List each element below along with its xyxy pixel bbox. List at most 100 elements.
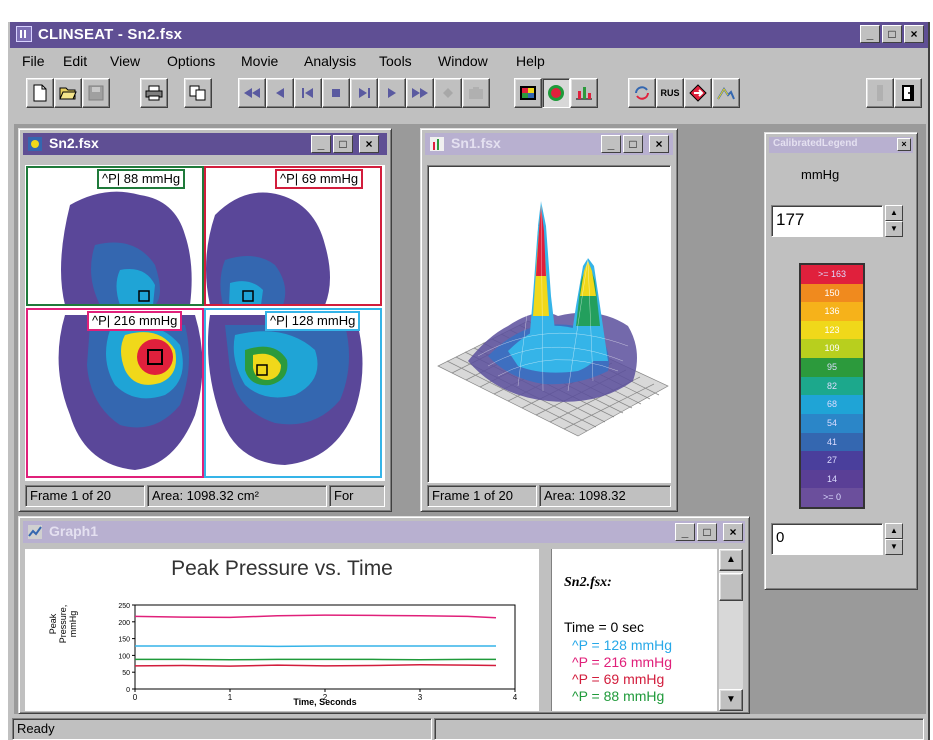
menu-file[interactable]: File (22, 53, 45, 69)
legend-level: >= 0 (801, 488, 863, 507)
3d-chart-icon (430, 137, 444, 151)
sn1-close-button[interactable]: × (649, 135, 669, 153)
menu-options[interactable]: Options (167, 53, 215, 69)
color-map-icon (520, 86, 536, 100)
app-title: CLINSEAT - Sn2.fsx (38, 26, 183, 43)
scroll-thumb[interactable] (719, 573, 743, 601)
sn2-window[interactable]: Sn2.fsx _ □ × ^P| 88 mmHg ^P| 69 mmHg ^P… (18, 128, 392, 512)
graph-close-button[interactable]: × (723, 523, 743, 541)
peak-button[interactable] (712, 78, 740, 108)
rus-button[interactable]: RUS (656, 78, 684, 108)
2d-view-button[interactable] (514, 78, 542, 108)
info-line: ^P = 88 mmHg (572, 688, 665, 704)
app-titlebar[interactable]: CLINSEAT - Sn2.fsx _ □ × (10, 22, 928, 48)
spin-down-icon[interactable]: ▼ (885, 539, 903, 555)
menu-help[interactable]: Help (516, 53, 545, 69)
spin-up-icon[interactable]: ▲ (885, 205, 903, 221)
last-frame-button[interactable] (350, 78, 378, 108)
legend-min-input[interactable]: 0 (771, 523, 883, 555)
graph-scrollbar[interactable]: ▲ ▼ (719, 549, 743, 711)
toolbar: RUS (10, 78, 928, 114)
menu-analysis[interactable]: Analysis (304, 53, 356, 69)
open-folder-icon (59, 87, 77, 100)
graph-titlebar[interactable]: Graph1 _ □ × (23, 521, 745, 543)
open-file-button[interactable] (54, 78, 82, 108)
play-button[interactable] (378, 78, 406, 108)
stop-button[interactable] (322, 78, 350, 108)
graph-minimize-button[interactable]: _ (675, 523, 695, 541)
fast-forward-button[interactable] (406, 78, 434, 108)
menu-view[interactable]: View (110, 53, 140, 69)
minimize-button[interactable]: _ (860, 25, 880, 43)
print-button[interactable] (140, 78, 168, 108)
new-file-button[interactable] (26, 78, 54, 108)
sn2-minimize-button[interactable]: _ (311, 135, 331, 153)
graph-plot-panel: Peak Pressure vs. Time Peak Pressure, mm… (25, 549, 539, 711)
legend-max-spinner[interactable]: ▲ ▼ (885, 205, 903, 237)
panel-button[interactable] (866, 78, 894, 108)
legend-level: 95 (801, 358, 863, 377)
legend-level: 54 (801, 413, 863, 433)
sn2-close-button[interactable]: × (359, 135, 379, 153)
exit-door-icon (902, 85, 914, 101)
quadrant-label-69: ^P| 69 mmHg (275, 169, 364, 189)
legend-titlebar[interactable]: CalibratedLegend × (769, 137, 913, 153)
navigate-button[interactable] (684, 78, 712, 108)
sn1-window[interactable]: Sn1.fsx _ □ × Frame 1 of 20 Area: 1098.3… (420, 128, 678, 512)
spin-down-icon[interactable]: ▼ (885, 221, 903, 237)
legend-min-spinner[interactable]: ▲ ▼ (885, 523, 903, 555)
menu-bar: File Edit View Options Movie Analysis To… (10, 50, 928, 74)
maximize-button[interactable]: □ (882, 25, 902, 43)
spin-up-icon[interactable]: ▲ (885, 523, 903, 539)
sn2-maximize-button[interactable]: □ (333, 135, 353, 153)
menu-window[interactable]: Window (438, 53, 488, 69)
save-button[interactable] (82, 78, 110, 108)
info-time: Time = 0 sec (564, 619, 645, 635)
save-icon (88, 85, 104, 101)
graph-maximize-button[interactable]: □ (697, 523, 717, 541)
menu-movie[interactable]: Movie (241, 53, 278, 69)
panel-icon (877, 85, 883, 101)
new-file-icon (33, 84, 47, 102)
scroll-up-icon[interactable]: ▲ (719, 549, 743, 571)
status-empty (434, 718, 924, 740)
legend-unit: mmHg (801, 167, 840, 182)
exit-button[interactable] (894, 78, 922, 108)
sn1-frame-status: Frame 1 of 20 (427, 485, 537, 507)
sn1-maximize-button[interactable]: □ (623, 135, 643, 153)
sn2-titlebar[interactable]: Sn2.fsx _ □ × (23, 133, 387, 155)
legend-level: 150 (801, 283, 863, 303)
contour-view-button[interactable] (542, 78, 570, 108)
legend-level: 41 (801, 432, 863, 452)
close-button[interactable]: × (904, 25, 924, 43)
refresh-button[interactable] (628, 78, 656, 108)
legend-color-scale: >= 163 150 136 123 109 95 82 68 54 41 27 14 >= 0 (799, 263, 865, 509)
first-frame-button[interactable] (294, 78, 322, 108)
legend-level: 14 (801, 469, 863, 489)
legend-level: >= 163 (801, 265, 863, 284)
step-back-button[interactable] (266, 78, 294, 108)
record-button[interactable] (434, 78, 462, 108)
sn1-titlebar[interactable]: Sn1.fsx _ □ × (425, 133, 673, 155)
legend-max-input[interactable]: 177 (771, 205, 883, 237)
menu-edit[interactable]: Edit (63, 53, 87, 69)
graph-window[interactable]: Graph1 _ □ × Peak Pressure vs. Time Peak… (18, 516, 750, 714)
legend-close-button[interactable]: × (897, 138, 911, 151)
snapshot-button[interactable] (462, 78, 490, 108)
info-line: ^P = 69 mmHg (572, 671, 665, 687)
sn1-area-status: Area: 1098.32 (539, 485, 671, 507)
sn1-minimize-button[interactable]: _ (601, 135, 621, 153)
quadrant-label-128: ^P| 128 mmHg (265, 311, 361, 331)
rewind-button[interactable] (238, 78, 266, 108)
legend-window[interactable]: CalibratedLegend × mmHg 177 ▲ ▼ >= 163 150… (764, 132, 918, 590)
3d-surface-panel (427, 165, 671, 483)
rewind-icon (244, 88, 260, 98)
printer-icon (145, 85, 163, 101)
3d-view-button[interactable] (570, 78, 598, 108)
sn2-area-status: Area: 1098.32 cm² (147, 485, 327, 507)
status-ready: Ready (12, 718, 432, 740)
copy-button[interactable] (184, 78, 212, 108)
scroll-down-icon[interactable]: ▼ (719, 689, 743, 711)
menu-tools[interactable]: Tools (379, 53, 412, 69)
legend-level: 136 (801, 302, 863, 321)
